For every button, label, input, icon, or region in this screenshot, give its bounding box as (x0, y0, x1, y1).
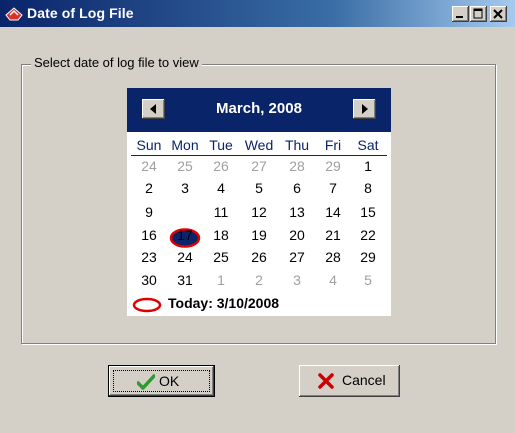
day-cell[interactable]: 28 (315, 249, 351, 265)
day-cell[interactable]: 5 (350, 272, 386, 288)
day-cell[interactable]: 26 (203, 158, 239, 174)
day-cell[interactable]: 6 (279, 180, 315, 196)
day-cell[interactable]: 30 (131, 272, 167, 288)
day-cell[interactable]: 4 (203, 180, 239, 196)
day-cell[interactable]: 12 (241, 204, 277, 220)
day-cell[interactable]: 15 (350, 204, 386, 220)
cancel-button-label: Cancel (342, 372, 386, 388)
maximize-button[interactable] (470, 6, 487, 22)
today-label: Today: 3/10/2008 (168, 295, 280, 311)
next-month-button[interactable] (353, 99, 376, 119)
day-cell[interactable]: 29 (350, 249, 386, 265)
day-cell[interactable]: 27 (279, 249, 315, 265)
day-cell[interactable]: 24 (167, 249, 203, 265)
x-icon (318, 373, 334, 389)
log-file-app-icon (5, 7, 23, 21)
weekday-header: Sun Mon Tue Wed Thu Fri Sat (131, 137, 387, 156)
weekday-tue: Tue (209, 137, 233, 153)
minimize-button[interactable] (452, 6, 469, 22)
right-arrow-icon (362, 104, 368, 114)
calendar-header: March, 2008 (127, 88, 391, 132)
calendar: March, 2008 Sun Mon Tue Wed Thu Fri Sat … (127, 88, 391, 316)
ok-button[interactable]: OK (108, 365, 215, 397)
day-cell[interactable]: 1 (350, 158, 386, 174)
cancel-button[interactable]: Cancel (299, 365, 400, 397)
day-cell[interactable]: 13 (279, 204, 315, 220)
group-label: Select date of log file to view (31, 55, 202, 70)
month-title: March, 2008 (216, 100, 302, 117)
day-cell[interactable]: 28 (279, 158, 315, 174)
day-cell[interactable]: 23 (131, 249, 167, 265)
day-cell[interactable]: 3 (279, 272, 315, 288)
day-cell[interactable]: 24 (131, 158, 167, 174)
day-cell[interactable]: 17 (167, 227, 203, 243)
day-cell[interactable]: 29 (315, 158, 351, 174)
weekday-mon: Mon (171, 137, 199, 153)
day-cell[interactable]: 25 (203, 249, 239, 265)
day-cell[interactable]: 8 (350, 180, 386, 196)
weekday-sat: Sat (357, 137, 379, 153)
minimize-icon (456, 16, 463, 18)
day-cell[interactable]: 31 (167, 272, 203, 288)
day-cell[interactable]: 21 (315, 227, 351, 243)
ok-button-label: OK (159, 373, 180, 389)
day-cell[interactable]: 2 (131, 180, 167, 196)
day-cell[interactable]: 16 (131, 227, 167, 243)
day-cell[interactable]: 26 (241, 249, 277, 265)
checkmark-icon (137, 374, 155, 390)
day-cell[interactable]: 27 (241, 158, 277, 174)
day-cell[interactable]: 1 (203, 272, 239, 288)
day-cell[interactable]: 11 (203, 204, 239, 220)
weekday-fri: Fri (324, 137, 342, 153)
weekday-thu: Thu (284, 137, 310, 153)
close-icon (493, 9, 503, 19)
day-cell[interactable]: 7 (315, 180, 351, 196)
day-cell[interactable]: 20 (279, 227, 315, 243)
day-cell[interactable]: 5 (241, 180, 277, 196)
day-cell[interactable]: 19 (241, 227, 277, 243)
today-circle-icon (132, 297, 162, 313)
day-cell[interactable]: 25 (167, 158, 203, 174)
date-of-log-file-dialog: Date of Log File Select date of log file… (0, 0, 515, 433)
day-cell[interactable]: 2 (241, 272, 277, 288)
close-button[interactable] (490, 6, 507, 22)
day-cell[interactable]: 18 (203, 227, 239, 243)
day-cell[interactable]: 3 (167, 180, 203, 196)
day-cell[interactable]: 14 (315, 204, 351, 220)
day-cell[interactable]: 22 (350, 227, 386, 243)
day-cell[interactable]: 9 (131, 204, 167, 220)
weekday-wed: Wed (244, 137, 274, 153)
day-cell-selected[interactable]: 10 (167, 204, 203, 220)
maximize-icon (473, 8, 483, 19)
day-cell[interactable]: 4 (315, 272, 351, 288)
title-bar[interactable]: Date of Log File (0, 0, 515, 27)
weekday-sun: Sun (136, 137, 162, 153)
window-title: Date of Log File (27, 5, 134, 21)
